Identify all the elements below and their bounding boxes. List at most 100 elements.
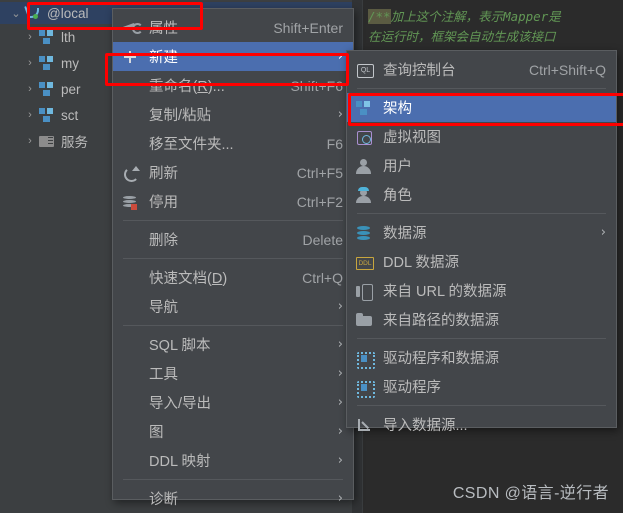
chevron-icon[interactable]: ⌄ bbox=[8, 7, 24, 20]
menu-item[interactable]: QL 查询控制台 Ctrl+Shift+Q bbox=[347, 55, 616, 84]
user-icon bbox=[355, 158, 377, 174]
code-keyword: /** bbox=[368, 9, 391, 24]
menu-item-shortcut: Ctrl+Shift+Q bbox=[528, 61, 606, 78]
menu-item[interactable]: 来自路径的数据源 bbox=[347, 305, 616, 334]
no-icon bbox=[121, 337, 143, 353]
chevron-icon[interactable]: › bbox=[22, 57, 38, 69]
tree-item[interactable]: › 服务 bbox=[0, 130, 88, 152]
virtual-view-icon bbox=[355, 129, 377, 145]
menu-item[interactable]: 重命名(R)... Shift+F6 bbox=[113, 71, 353, 100]
menu-item[interactable]: 图 › bbox=[113, 417, 353, 446]
refresh-icon bbox=[121, 165, 143, 182]
menu-item[interactable]: 用户 bbox=[347, 151, 616, 180]
tree-item-label: 服务 bbox=[61, 135, 88, 150]
driver-icon bbox=[355, 379, 377, 398]
menu-item-label: 复制/粘贴 bbox=[149, 108, 212, 124]
menu-item[interactable]: 虚拟视图 bbox=[347, 122, 616, 151]
tree-item[interactable]: › sct bbox=[0, 104, 78, 126]
menu-item-label: 刷新 bbox=[149, 166, 178, 182]
menu-separator bbox=[123, 258, 343, 259]
role-icon bbox=[355, 186, 377, 203]
menu-item[interactable]: 停用 Ctrl+F2 bbox=[113, 187, 353, 216]
menu-item-shortcut: Delete bbox=[302, 231, 343, 248]
tree-item[interactable]: › my bbox=[0, 52, 79, 74]
tree-item-label: my bbox=[61, 55, 79, 71]
menu-item-label: 导航 bbox=[149, 300, 178, 316]
no-icon bbox=[121, 395, 143, 411]
menu-item[interactable]: 属性 Shift+Enter bbox=[113, 13, 353, 42]
menu-item[interactable]: 架构 bbox=[347, 93, 616, 122]
menu-item-label: 停用 bbox=[149, 195, 178, 211]
no-icon bbox=[121, 366, 143, 382]
menu-item[interactable]: 刷新 Ctrl+F5 bbox=[113, 158, 353, 187]
code-text: 在运行时，框架会自动生成该接口 bbox=[368, 29, 556, 44]
code-line-1: /**加上这个注解，表示Mapper是 bbox=[368, 6, 561, 25]
menu-item-label: 驱动程序 bbox=[383, 380, 441, 396]
menu-item[interactable]: 驱动程序和数据源 bbox=[347, 343, 616, 372]
menu-item-label: DDL 数据源 bbox=[383, 255, 459, 271]
menu-item[interactable]: SQL 脚本 › bbox=[113, 330, 353, 359]
driver-icon bbox=[355, 379, 377, 398]
virtual-view-icon bbox=[355, 129, 377, 145]
submenu-chevron-icon: › bbox=[337, 49, 343, 64]
chevron-icon[interactable]: › bbox=[22, 31, 38, 43]
menu-item-label: 移至文件夹... bbox=[149, 137, 234, 153]
menu-item[interactable]: 删除 Delete bbox=[113, 225, 353, 254]
new-submenu[interactable]: QL 查询控制台 Ctrl+Shift+Q 架构 虚拟视图用户角色数据源 › DDL DDL … bbox=[346, 50, 617, 434]
connection-icon bbox=[24, 5, 42, 21]
menu-separator bbox=[357, 405, 606, 406]
menu-item-label: 用户 bbox=[383, 159, 412, 175]
tree-item[interactable]: › per bbox=[0, 78, 80, 100]
submenu-chevron-icon: › bbox=[337, 395, 343, 410]
menu-item[interactable]: 复制/粘贴 › bbox=[113, 100, 353, 129]
menu-item[interactable]: 数据源 › bbox=[347, 218, 616, 247]
menu-item-shortcut: Shift+F6 bbox=[290, 77, 343, 94]
menu-item-label: 属性 bbox=[149, 21, 178, 37]
menu-item[interactable]: 导入/导出 › bbox=[113, 388, 353, 417]
submenu-chevron-icon: › bbox=[337, 107, 343, 122]
menu-item[interactable]: DDL 映射 › bbox=[113, 446, 353, 475]
schema-icon bbox=[355, 100, 377, 116]
submenu-chevron-icon: › bbox=[337, 491, 343, 506]
stop-icon bbox=[121, 194, 143, 210]
menu-item-label: 驱动程序和数据源 bbox=[383, 351, 499, 367]
url-icon bbox=[355, 283, 377, 301]
menu-item[interactable]: 工具 › bbox=[113, 359, 353, 388]
datasource-icon bbox=[355, 225, 377, 241]
chevron-icon[interactable]: › bbox=[22, 135, 38, 147]
no-icon bbox=[121, 424, 143, 440]
menu-item[interactable]: 移至文件夹... F6 bbox=[113, 129, 353, 158]
plus-icon bbox=[121, 49, 143, 65]
connection-icon bbox=[24, 5, 42, 21]
submenu-chevron-icon: › bbox=[337, 366, 343, 381]
menu-item-shortcut: Shift+Enter bbox=[273, 19, 343, 36]
folder-icon bbox=[355, 312, 377, 328]
menu-item-shortcut: Ctrl+F5 bbox=[296, 164, 343, 181]
menu-item[interactable]: DDL DDL 数据源 bbox=[347, 247, 616, 276]
menu-item[interactable]: 驱动程序 bbox=[347, 372, 616, 401]
code-line-2: 在运行时，框架会自动生成该接口 bbox=[368, 26, 556, 45]
menu-item[interactable]: 导航 › bbox=[113, 292, 353, 321]
tree-item[interactable]: › lth bbox=[0, 26, 75, 48]
menu-separator bbox=[357, 213, 606, 214]
wrench-icon bbox=[121, 20, 143, 36]
chevron-icon[interactable]: › bbox=[22, 109, 38, 121]
no-icon bbox=[121, 136, 143, 152]
menu-item-label: 数据源 bbox=[383, 226, 427, 242]
menu-item-label: 重命名(R)... bbox=[149, 79, 225, 95]
context-menu[interactable]: 属性 Shift+Enter 新建 › 重命名(R)... Shift+F6 复制/粘贴 › 移… bbox=[112, 8, 354, 508]
menu-item[interactable]: 诊断 › bbox=[113, 484, 353, 513]
chevron-icon[interactable]: › bbox=[22, 83, 38, 95]
user-icon bbox=[355, 158, 377, 174]
schema-icon bbox=[38, 55, 56, 71]
menu-item-label: 新建 bbox=[149, 50, 178, 66]
menu-item[interactable]: 快速文档(D) Ctrl+Q bbox=[113, 263, 353, 292]
submenu-chevron-icon: › bbox=[337, 299, 343, 314]
menu-item[interactable]: 来自 URL 的数据源 bbox=[347, 276, 616, 305]
menu-item[interactable]: 新建 › bbox=[113, 42, 353, 71]
menu-item[interactable]: 角色 bbox=[347, 180, 616, 209]
menu-item[interactable]: 导入数据源... bbox=[347, 410, 616, 439]
menu-item-label: 来自 URL 的数据源 bbox=[383, 284, 507, 300]
driver-icon bbox=[355, 350, 377, 369]
query-console-icon: QL bbox=[355, 62, 377, 78]
